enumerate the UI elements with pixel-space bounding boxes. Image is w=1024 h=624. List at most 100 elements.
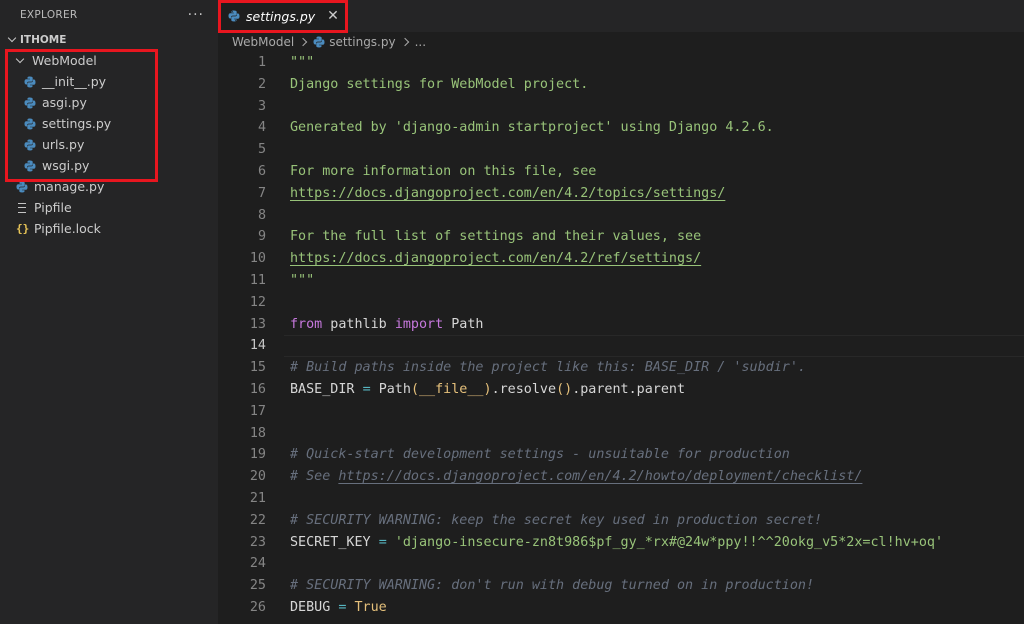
line-number: 8 [257, 207, 266, 223]
code-line[interactable]: 19 # Quick-start development settings - u… [218, 444, 1024, 466]
file-label: urls.py [42, 137, 85, 152]
line-number: 24 [249, 556, 266, 572]
file-item[interactable]: urls.py [0, 134, 218, 155]
code-text: # SECURITY WARNING: keep the secret key … [290, 512, 823, 528]
breadcrumb-more[interactable]: ... [415, 35, 426, 49]
code-line[interactable]: 6 For more information on this file, see [218, 161, 1024, 183]
file-label: settings.py [42, 116, 112, 131]
code-text: For the full list of settings and their … [290, 229, 702, 245]
code-line[interactable]: 4 Generated by 'django-admin startproject… [218, 117, 1024, 139]
breadcrumb-folder[interactable]: WebModel [232, 35, 294, 49]
explorer-header: EXPLORER ··· [0, 0, 218, 30]
breadcrumb-file[interactable]: settings.py [329, 35, 395, 49]
tab-bar: settings.py ✕ [218, 0, 1024, 33]
line-number: 17 [249, 403, 266, 419]
code-line[interactable]: 20 # See https://docs.djangoproject.com/e… [218, 466, 1024, 488]
code-line[interactable]: 1 """ [218, 52, 1024, 74]
code-text: # Build paths inside the project like th… [290, 360, 806, 376]
file-item[interactable]: asgi.py [0, 92, 218, 113]
python-icon [16, 181, 28, 192]
line-number: 21 [249, 490, 266, 506]
code-line[interactable]: 22 # SECURITY WARNING: keep the secret ke… [218, 510, 1024, 532]
code-text: Generated by 'django-admin startproject'… [290, 120, 774, 136]
line-number: 9 [257, 229, 266, 245]
tab-settings-py[interactable]: settings.py ✕ [218, 0, 348, 32]
explorer-sidebar: EXPLORER ··· ITHOME WebModel __init__.py… [0, 0, 218, 624]
code-line[interactable]: 11 """ [218, 270, 1024, 292]
code-line[interactable]: 23 SECRET_KEY = 'django-insecure-zn8t986$… [218, 532, 1024, 554]
python-icon [24, 97, 36, 108]
breadcrumb: WebModel settings.py ... [218, 32, 1024, 52]
code-text: # SECURITY WARNING: don't run with debug… [290, 578, 815, 594]
json-braces-icon: {} [16, 222, 30, 235]
code-text: https://docs.djangoproject.com/en/4.2/to… [290, 185, 726, 201]
code-text: # Quick-start development settings - uns… [290, 447, 790, 463]
line-number: 11 [249, 272, 266, 288]
code-line[interactable]: 16 BASE_DIR = Path(__file__).resolve().pa… [218, 379, 1024, 401]
line-number: 25 [249, 578, 266, 594]
code-line[interactable]: 2 Django settings for WebModel project. [218, 74, 1024, 96]
line-number: 1 [257, 55, 266, 70]
file-label: Pipfile [34, 200, 72, 215]
code-text: """ [290, 272, 315, 288]
chevron-down-icon [12, 53, 28, 69]
code-line[interactable]: 17 [218, 401, 1024, 423]
code-line[interactable]: 10 https://docs.djangoproject.com/en/4.2/… [218, 248, 1024, 270]
code-line[interactable]: 3 [218, 96, 1024, 118]
line-number: 20 [249, 469, 266, 485]
code-text: https://docs.djangoproject.com/en/4.2/re… [290, 251, 702, 267]
file-label: manage.py [34, 179, 105, 194]
code-line[interactable]: 21 [218, 488, 1024, 510]
line-number: 16 [249, 381, 266, 397]
line-number: 7 [257, 185, 266, 201]
code-line[interactable]: 5 [218, 139, 1024, 161]
code-editor[interactable]: 1 """ 2 Django settings for WebModel projec… [218, 52, 1024, 624]
code-line[interactable]: 25 # SECURITY WARNING: don't run with deb… [218, 575, 1024, 597]
python-icon [24, 160, 36, 171]
close-icon[interactable]: ✕ [327, 8, 339, 24]
current-line-highlight [284, 335, 1024, 358]
python-icon [24, 76, 36, 87]
file-item[interactable]: settings.py [0, 113, 218, 134]
file-item[interactable]: {} Pipfile.lock [0, 218, 218, 239]
file-item[interactable]: wsgi.py [0, 155, 218, 176]
line-number: 4 [257, 120, 266, 136]
code-text: BASE_DIR = Path(__file__).resolve().pare… [290, 381, 686, 397]
code-text: # See https://docs.djangoproject.com/en/… [290, 469, 863, 485]
file-label: wsgi.py [42, 158, 90, 173]
line-number: 3 [257, 98, 266, 114]
file-label: __init__.py [42, 74, 107, 89]
line-number: 12 [249, 294, 266, 310]
file-item[interactable]: Pipfile [0, 197, 218, 218]
code-line[interactable]: 18 [218, 423, 1024, 445]
code-line[interactable]: 26 DEBUG = True [218, 597, 1024, 619]
code-line[interactable]: 9 For the full list of settings and their… [218, 226, 1024, 248]
line-number: 6 [257, 163, 266, 179]
code-line[interactable]: 24 [218, 553, 1024, 575]
code-line[interactable]: 7 https://docs.djangoproject.com/en/4.2/t… [218, 183, 1024, 205]
code-line[interactable]: 12 [218, 292, 1024, 314]
code-line[interactable]: 13 from pathlib import Path [218, 314, 1024, 336]
line-number: 2 [257, 76, 266, 92]
code-line[interactable]: 14 [218, 335, 1024, 358]
root-folder-label: ITHOME [20, 34, 67, 46]
code-text: """ [290, 55, 315, 70]
root-folder-ithome[interactable]: ITHOME [0, 30, 218, 50]
folder-webmodel[interactable]: WebModel [0, 50, 218, 71]
line-number: 18 [249, 425, 266, 441]
file-item[interactable]: __init__.py [0, 71, 218, 92]
line-number: 23 [249, 534, 266, 550]
code-line[interactable]: 15 # Build paths inside the project like … [218, 357, 1024, 379]
file-item[interactable]: manage.py [0, 176, 218, 197]
code-text: SECRET_KEY = 'django-insecure-zn8t986$pf… [290, 534, 944, 550]
line-number: 5 [257, 142, 266, 158]
file-label: Pipfile.lock [34, 221, 101, 236]
explorer-title: EXPLORER [20, 9, 78, 21]
code-text: DEBUG = True [290, 599, 387, 615]
code-line[interactable]: 8 [218, 205, 1024, 227]
chevron-down-icon [4, 32, 20, 48]
tab-title: settings.py [246, 8, 316, 24]
line-number: 15 [249, 360, 266, 376]
more-actions-icon[interactable]: ··· [188, 7, 204, 23]
code-text: Django settings for WebModel project. [290, 76, 589, 92]
